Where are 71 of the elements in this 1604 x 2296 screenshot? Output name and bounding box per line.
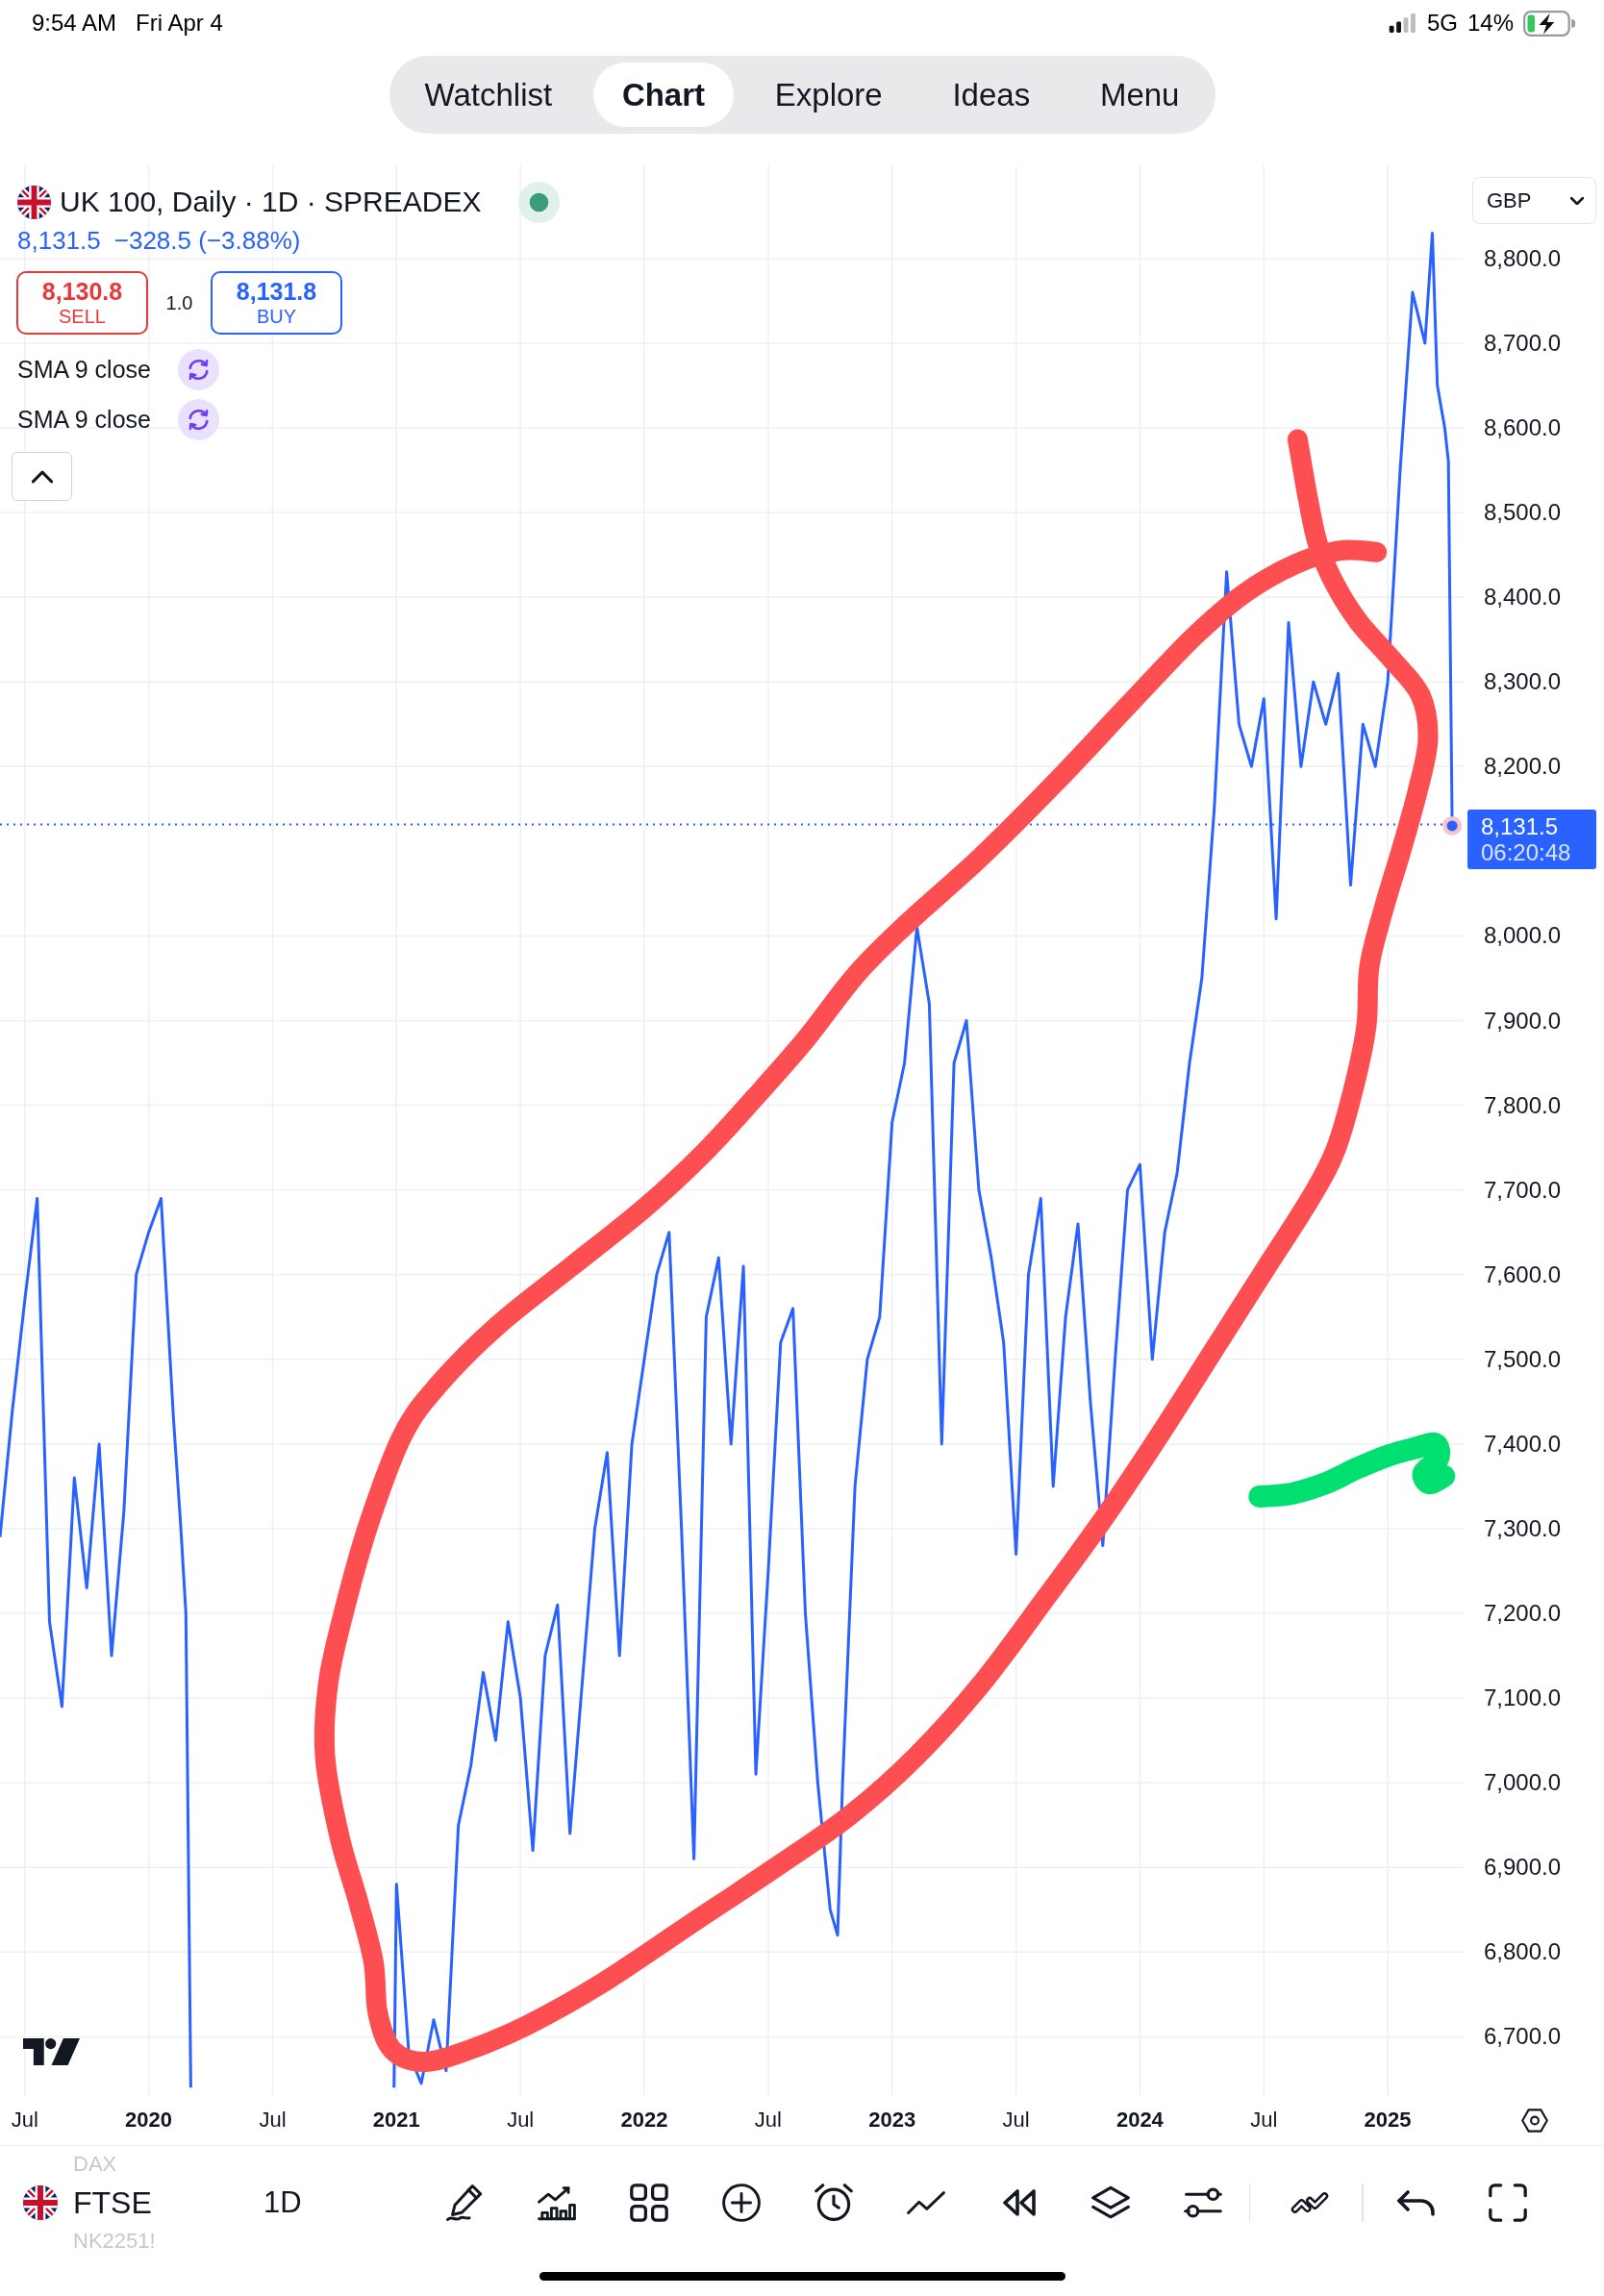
price-change: −328.5 (−3.88%): [113, 225, 301, 256]
sell-button[interactable]: 8,130.8 SELL: [16, 271, 148, 335]
symbol-option[interactable]: FTSE: [23, 2181, 152, 2225]
price-axis-label: 8,500.0: [1484, 498, 1562, 528]
fullscreen-icon[interactable]: [1488, 2184, 1527, 2222]
collapse-button[interactable]: [12, 452, 72, 501]
indicator-label: SMA 9 close: [17, 355, 151, 384]
price-axis-label: 8,000.0: [1484, 921, 1562, 951]
indicator-label: SMA 9 close: [17, 405, 151, 434]
chevron-up-icon: [31, 469, 53, 484]
time-axis-label: 2023: [868, 2107, 916, 2134]
price-axis-label: 6,800.0: [1484, 1937, 1562, 1967]
price-axis-label: 8,300.0: [1484, 667, 1562, 697]
price-marker-icon: [1442, 815, 1463, 836]
chevron-down-icon: [1570, 196, 1584, 205]
price-axis-label: 7,400.0: [1484, 1429, 1562, 1459]
price-axis-label: 7,500.0: [1484, 1344, 1562, 1374]
alarm-clock-icon[interactable]: [814, 2184, 853, 2222]
tab[interactable]: Chart: [592, 62, 735, 127]
price-axis-label: 7,900.0: [1484, 1006, 1562, 1036]
price-axis-label: 7,700.0: [1484, 1175, 1562, 1205]
status-date: Fri Apr 4: [136, 10, 223, 37]
price-axis-label: 7,100.0: [1484, 1684, 1562, 1713]
pen-icon[interactable]: [444, 2184, 484, 2222]
countdown-timer: 06:20:48: [1481, 838, 1571, 865]
time-axis-label: Jul: [754, 2107, 782, 2134]
grid-icon[interactable]: [629, 2184, 668, 2222]
time-axis-label: Jul: [1002, 2107, 1030, 2134]
price-axis-label: 7,300.0: [1484, 1513, 1562, 1543]
time-axis-label: Jul: [11, 2107, 38, 2134]
tab[interactable]: Watchlist: [395, 62, 582, 127]
chart-title: UK 100, Daily · 1D · SPREADEX: [60, 186, 482, 218]
tab[interactable]: Ideas: [923, 62, 1060, 127]
spread-value: 1.0: [164, 291, 194, 314]
time-axis-label: 2022: [620, 2107, 668, 2134]
battery-percent: 14%: [1466, 10, 1514, 37]
price-axis-label: 7,600.0: [1484, 1260, 1562, 1289]
battery-icon: [1523, 10, 1575, 37]
flag-icon: [17, 185, 51, 219]
time-axis-label: 2021: [372, 2107, 420, 2134]
interval-button[interactable]: 1D: [263, 2185, 302, 2220]
network-label: 5G: [1426, 10, 1458, 37]
price-axis-label: 8,200.0: [1484, 752, 1562, 782]
bar-chart-icon[interactable]: [537, 2184, 576, 2222]
price-axis-label: 8,400.0: [1484, 583, 1562, 612]
buy-button[interactable]: 8,131.8 BUY: [211, 271, 342, 335]
price-axis-label: 8,700.0: [1484, 328, 1562, 358]
price-axis-label: 7,200.0: [1484, 1599, 1562, 1628]
time-axis-label: Jul: [1250, 2107, 1278, 2134]
price-axis-label: 7,000.0: [1484, 1768, 1562, 1798]
logo-icon: [23, 2038, 80, 2065]
price-axis-label: 8,600.0: [1484, 413, 1562, 442]
price-axis-label: 6,700.0: [1484, 2022, 1562, 2052]
tab[interactable]: Explore: [745, 62, 912, 127]
flag-icon: [23, 2185, 58, 2220]
time-axis-label: 2024: [1115, 2107, 1164, 2134]
settings-icon[interactable]: [1520, 2109, 1548, 2133]
plus-circle-icon[interactable]: [721, 2184, 761, 2222]
status-time: 9:54 AM: [32, 10, 117, 37]
time-axis-label: 2020: [125, 2107, 173, 2134]
currency-dropdown[interactable]: GBP: [1472, 177, 1596, 224]
price-axis-label: 6,900.0: [1484, 1853, 1562, 1883]
signal-icon: [1388, 13, 1417, 33]
time-axis-label: 2025: [1364, 2107, 1412, 2134]
last-price: 8,131.5: [17, 225, 101, 256]
price-tag-value: 8,131.5: [1481, 812, 1559, 839]
tab[interactable]: Menu: [1070, 62, 1209, 127]
time-axis-label: Jul: [259, 2107, 287, 2134]
price-axis-label: 8,800.0: [1484, 243, 1562, 273]
time-axis-label: Jul: [507, 2107, 535, 2134]
price-axis-label: 7,800.0: [1484, 1090, 1562, 1120]
